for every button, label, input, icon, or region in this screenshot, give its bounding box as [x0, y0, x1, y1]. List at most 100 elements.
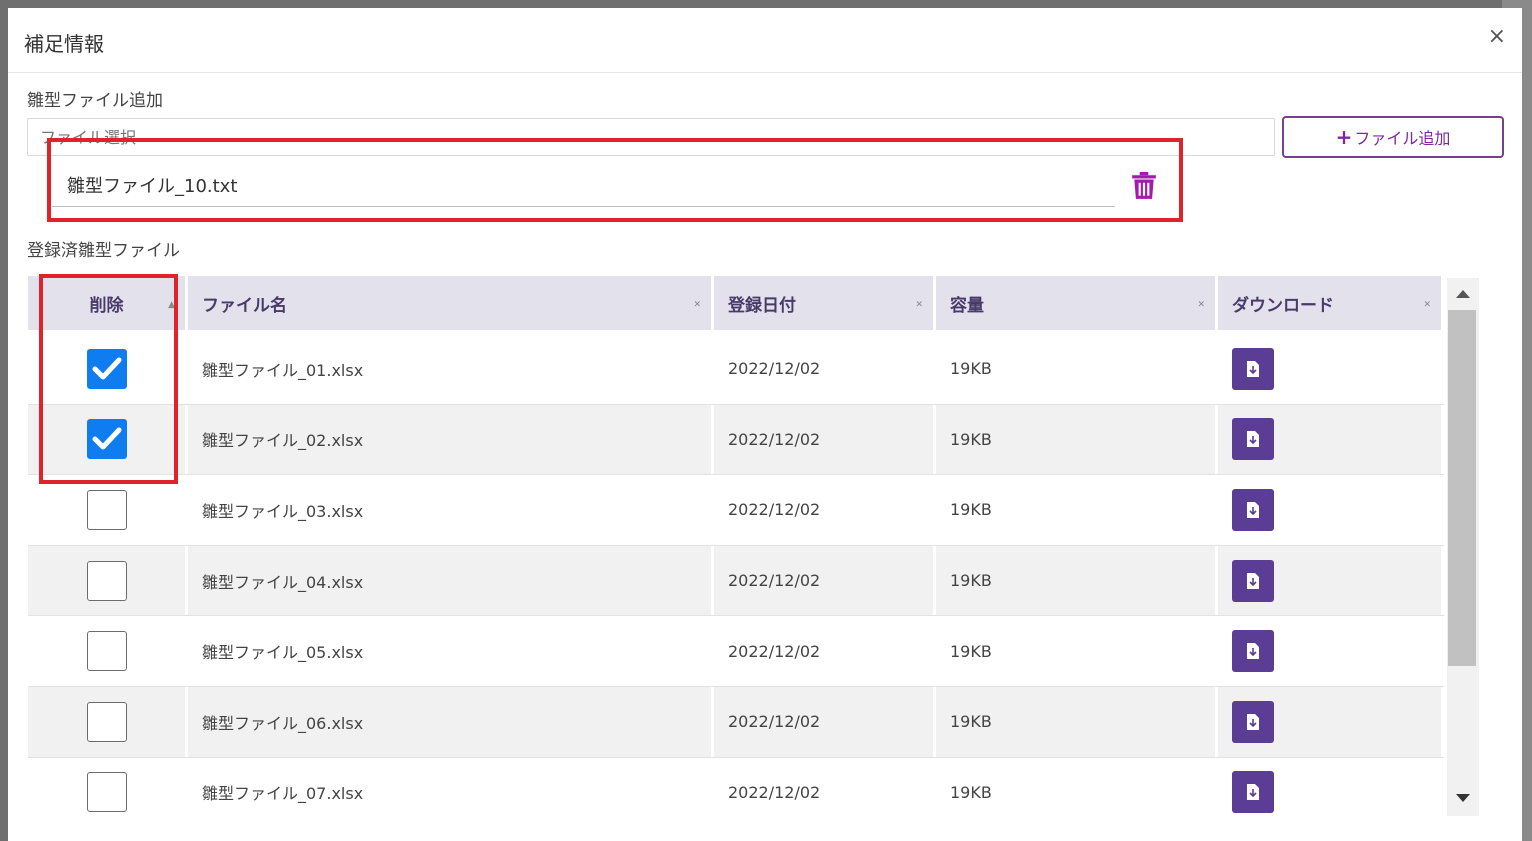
- sort-asc-icon[interactable]: ▲: [168, 300, 175, 310]
- delete-cell: [28, 475, 188, 545]
- date-cell: 2022/12/02: [714, 404, 936, 475]
- size-cell: 19KB: [936, 757, 1218, 816]
- column-header-filename[interactable]: ファイル名 ✕: [188, 276, 714, 332]
- download-button[interactable]: [1232, 488, 1274, 531]
- download-button[interactable]: [1232, 418, 1274, 461]
- size-cell: 19KB: [936, 545, 1218, 616]
- scroll-up-icon[interactable]: [1456, 290, 1470, 298]
- delete-checkbox[interactable]: [86, 489, 127, 530]
- sort-icon[interactable]: ✕: [1197, 300, 1205, 310]
- column-header-delete[interactable]: 削除 ▲: [28, 276, 188, 332]
- registered-files-table: 削除 ▲ ファイル名 ✕ 登録日付 ✕ 容量 ✕ ダウンロード ✕ 雛型ファイル…: [28, 276, 1479, 816]
- column-header-delete-label: 削除: [89, 295, 124, 316]
- download-file-icon: [1247, 572, 1259, 589]
- download-button[interactable]: [1232, 347, 1274, 390]
- filename-cell: 雛型ファイル_03.xlsx: [188, 475, 714, 545]
- delete-checkbox[interactable]: [86, 348, 127, 389]
- download-cell: [1218, 686, 1444, 757]
- column-header-download-label: ダウンロード: [1232, 295, 1334, 316]
- column-header-download[interactable]: ダウンロード ✕: [1218, 276, 1444, 332]
- delete-checkbox[interactable]: [86, 560, 127, 601]
- download-file-icon: [1247, 784, 1259, 801]
- filename-cell: 雛型ファイル_07.xlsx: [188, 757, 714, 816]
- download-file-icon: [1247, 360, 1259, 377]
- size-cell: 19KB: [936, 404, 1218, 475]
- size-cell: 19KB: [936, 334, 1218, 404]
- column-header-size[interactable]: 容量 ✕: [936, 276, 1218, 332]
- date-cell: 2022/12/02: [714, 686, 936, 757]
- close-icon[interactable]: ×: [1488, 26, 1506, 48]
- table-row: 雛型ファイル_03.xlsx 2022/12/02 19KB: [28, 475, 1444, 546]
- scroll-down-icon[interactable]: [1456, 794, 1470, 802]
- template-upload-label: 雛型ファイル追加: [27, 91, 163, 111]
- download-cell: [1218, 616, 1444, 686]
- date-cell: 2022/12/02: [714, 616, 936, 686]
- sort-icon[interactable]: ✕: [693, 300, 701, 310]
- download-file-icon: [1247, 501, 1259, 518]
- supplementary-info-dialog: 補足情報 × 雛型ファイル追加 + ファイル追加 雛型ファイル_10.txt 登…: [8, 8, 1522, 841]
- column-header-size-label: 容量: [950, 295, 984, 316]
- checkmark-icon: [92, 357, 121, 380]
- table-body: 雛型ファイル_01.xlsx 2022/12/02 19KB 雛型ファイル_02.xl…: [28, 334, 1444, 816]
- table-row: 雛型ファイル_04.xlsx 2022/12/02 19KB: [28, 545, 1444, 617]
- column-header-date-label: 登録日付: [728, 295, 796, 316]
- file-select-input[interactable]: [27, 118, 1275, 156]
- delete-cell: [28, 404, 188, 475]
- download-button[interactable]: [1232, 559, 1274, 602]
- delete-checkbox[interactable]: [86, 631, 127, 672]
- size-cell: 19KB: [936, 616, 1218, 686]
- date-cell: 2022/12/02: [714, 334, 936, 404]
- selected-file-name: 雛型ファイル_10.txt: [67, 176, 238, 197]
- download-file-icon: [1247, 431, 1259, 448]
- column-header-date[interactable]: 登録日付 ✕: [714, 276, 936, 332]
- download-button[interactable]: [1232, 630, 1274, 673]
- sort-icon[interactable]: ✕: [1423, 300, 1431, 310]
- delete-cell: [28, 616, 188, 686]
- sort-icon[interactable]: ✕: [915, 300, 923, 310]
- filename-cell: 雛型ファイル_01.xlsx: [188, 334, 714, 404]
- size-cell: 19KB: [936, 475, 1218, 545]
- trash-icon[interactable]: [1131, 172, 1157, 200]
- delete-cell: [28, 757, 188, 816]
- download-button[interactable]: [1232, 771, 1274, 814]
- date-cell: 2022/12/02: [714, 475, 936, 545]
- delete-cell: [28, 686, 188, 757]
- selected-file-underline: [52, 206, 1115, 207]
- dialog-header: 補足情報 ×: [8, 8, 1522, 73]
- registered-templates-label: 登録済雛型ファイル: [27, 241, 180, 261]
- filename-cell: 雛型ファイル_04.xlsx: [188, 545, 714, 616]
- date-cell: 2022/12/02: [714, 757, 936, 816]
- delete-checkbox[interactable]: [86, 772, 127, 813]
- table-scrollbar[interactable]: [1447, 278, 1479, 816]
- filename-cell: 雛型ファイル_06.xlsx: [188, 686, 714, 757]
- size-cell: 19KB: [936, 686, 1218, 757]
- download-cell: [1218, 334, 1444, 404]
- delete-cell: [28, 334, 188, 404]
- table-header: 削除 ▲ ファイル名 ✕ 登録日付 ✕ 容量 ✕ ダウンロード ✕: [28, 276, 1444, 332]
- add-file-button[interactable]: + ファイル追加: [1282, 116, 1504, 158]
- download-file-icon: [1247, 713, 1259, 730]
- column-header-filename-label: ファイル名: [202, 295, 287, 316]
- download-cell: [1218, 545, 1444, 616]
- download-file-icon: [1247, 643, 1259, 660]
- download-cell: [1218, 757, 1444, 816]
- checkmark-icon: [92, 427, 121, 450]
- table-row: 雛型ファイル_02.xlsx 2022/12/02 19KB: [28, 404, 1444, 476]
- table-row: 雛型ファイル_01.xlsx 2022/12/02 19KB: [28, 334, 1444, 405]
- table-row: 雛型ファイル_07.xlsx 2022/12/02 19KB: [28, 757, 1444, 816]
- plus-icon: +: [1335, 125, 1353, 149]
- delete-checkbox[interactable]: [86, 701, 127, 742]
- filename-cell: 雛型ファイル_05.xlsx: [188, 616, 714, 686]
- table-row: 雛型ファイル_05.xlsx 2022/12/02 19KB: [28, 616, 1444, 687]
- filename-cell: 雛型ファイル_02.xlsx: [188, 404, 714, 475]
- download-button[interactable]: [1232, 700, 1274, 743]
- download-cell: [1218, 404, 1444, 475]
- table-row: 雛型ファイル_06.xlsx 2022/12/02 19KB: [28, 686, 1444, 758]
- add-file-button-label: ファイル追加: [1354, 129, 1451, 148]
- delete-cell: [28, 545, 188, 616]
- scroll-thumb[interactable]: [1448, 310, 1476, 666]
- download-cell: [1218, 475, 1444, 545]
- delete-checkbox[interactable]: [86, 419, 127, 460]
- date-cell: 2022/12/02: [714, 545, 936, 616]
- dialog-title: 補足情報: [24, 32, 104, 56]
